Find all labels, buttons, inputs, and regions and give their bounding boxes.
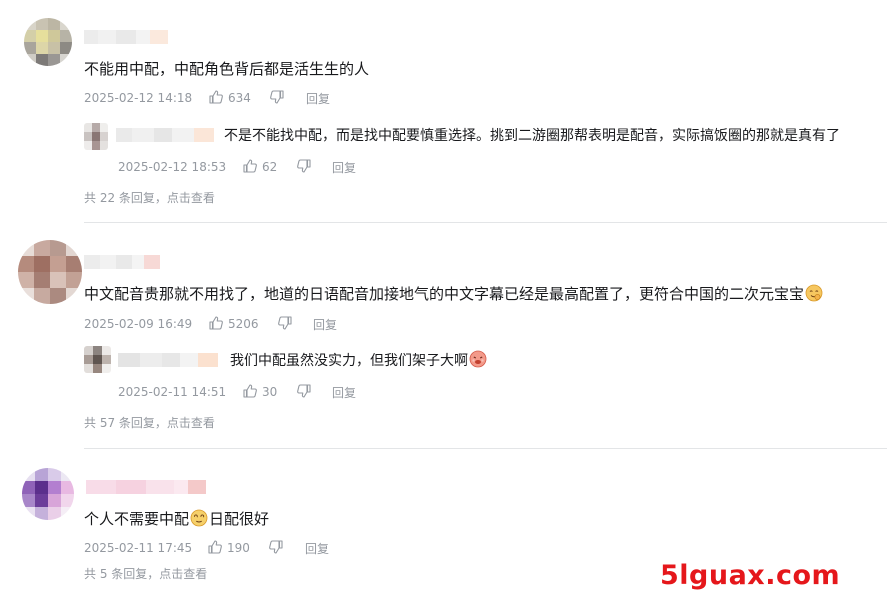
thumbs-down-icon[interactable] bbox=[296, 158, 312, 174]
reply-avatar[interactable] bbox=[84, 123, 108, 150]
reply-avatar[interactable] bbox=[84, 346, 111, 373]
reply-date: 2025-02-11 14:51 bbox=[118, 385, 227, 399]
comment-text: 中文配音贵那就不用找了，地道的日语配音加接地气的中文字幕已经是最高配置了，更符合… bbox=[84, 284, 823, 304]
reply-button[interactable]: 回复 bbox=[305, 541, 329, 557]
avatar[interactable] bbox=[24, 18, 72, 66]
comment-divider bbox=[84, 448, 887, 449]
ok-hand-emoji-icon bbox=[805, 284, 823, 302]
reply-button[interactable]: 回复 bbox=[332, 160, 356, 176]
thumbs-up-icon[interactable] bbox=[208, 89, 224, 105]
reply-text: 不是不能找中配，而是找中配要慎重选择。挑到二游圈那帮表明是配音，实际搞饭圈的那就… bbox=[224, 128, 840, 144]
thumbs-down-icon[interactable] bbox=[277, 315, 293, 331]
thumbs-down-icon[interactable] bbox=[269, 89, 285, 105]
comment-text-before: 个人不需要中配 bbox=[84, 510, 190, 528]
username-blurred[interactable] bbox=[84, 30, 168, 44]
like-count: 634 bbox=[228, 91, 251, 105]
like-count: 30 bbox=[262, 385, 278, 399]
thumbs-down-icon[interactable] bbox=[268, 539, 284, 555]
comment-text: 不能用中配，中配角色背后都是活生生的人 bbox=[84, 60, 370, 78]
comment-text-content: 中文配音贵那就不用找了，地道的日语配音加接地气的中文字幕已经是最高配置了，更符合… bbox=[84, 285, 805, 303]
comment-date: 2025-02-12 14:18 bbox=[84, 91, 193, 105]
reply-text-content: 我们中配虽然没实力，但我们架子大啊 bbox=[230, 353, 468, 369]
comment-date: 2025-02-11 17:45 bbox=[84, 541, 193, 555]
username-blurred[interactable] bbox=[86, 480, 206, 494]
avatar[interactable] bbox=[22, 468, 74, 520]
thumbs-down-icon[interactable] bbox=[296, 383, 312, 399]
comment-date: 2025-02-09 16:49 bbox=[84, 317, 193, 331]
username-blurred[interactable] bbox=[84, 255, 160, 269]
thumbs-up-icon[interactable] bbox=[242, 383, 258, 399]
dizzy-emoji-icon bbox=[190, 509, 208, 527]
view-more-replies[interactable]: 共 22 条回复，点击查看 bbox=[84, 190, 215, 206]
comment-divider bbox=[84, 222, 887, 223]
like-count: 5206 bbox=[228, 317, 259, 331]
reply-date: 2025-02-12 18:53 bbox=[118, 160, 227, 174]
reply-username-blurred[interactable] bbox=[118, 353, 218, 367]
view-more-replies[interactable]: 共 5 条回复，点击查看 bbox=[84, 566, 207, 582]
reply-button[interactable]: 回复 bbox=[332, 385, 356, 401]
thumbs-up-icon[interactable] bbox=[208, 315, 224, 331]
reply-username-blurred[interactable] bbox=[116, 128, 214, 142]
site-watermark: 5lguax.com bbox=[660, 560, 841, 591]
thumbs-up-icon[interactable] bbox=[207, 539, 223, 555]
avatar[interactable] bbox=[18, 240, 82, 304]
comment-text: 个人不需要中配 日配很好 bbox=[84, 509, 269, 529]
like-count: 190 bbox=[227, 541, 250, 555]
reply-button[interactable]: 回复 bbox=[306, 91, 330, 107]
drooling-emoji-icon bbox=[469, 350, 487, 368]
comment-text-after: 日配很好 bbox=[209, 510, 270, 528]
thumbs-up-icon[interactable] bbox=[242, 158, 258, 174]
view-more-replies[interactable]: 共 57 条回复，点击查看 bbox=[84, 415, 215, 431]
reply-text: 我们中配虽然没实力，但我们架子大啊 bbox=[230, 350, 487, 371]
like-count: 62 bbox=[262, 160, 278, 174]
reply-button[interactable]: 回复 bbox=[313, 317, 337, 333]
